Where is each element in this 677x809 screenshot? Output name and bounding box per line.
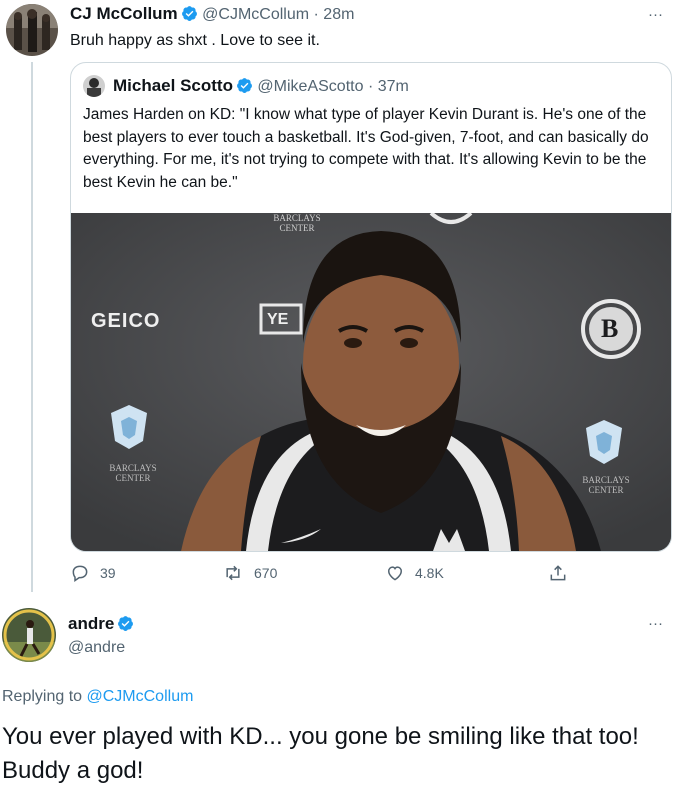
barclays-text-left: BARCLAYS CENTER [109,463,157,483]
share-action[interactable] [548,563,578,583]
separator-dot: · [313,6,319,23]
reply-more-options-icon[interactable]: ··· [648,615,663,632]
replying-to-link[interactable]: @CJMcCollum [87,688,194,705]
like-action[interactable]: 4.8K [385,563,444,583]
avatar-image [2,608,56,662]
like-count: 4.8K [415,565,444,581]
replying-prefix: Replying to [2,688,83,705]
quoted-tweet-media[interactable]: BARCLAYS CENTER GEICO YE B BARCLAYS CENT… [71,213,671,551]
separator-dot: · [367,78,374,95]
reply-count: 39 [100,565,116,581]
reply-tweet-text: You ever played with KD... you gone be s… [2,723,639,784]
reply-author-name[interactable]: andre [68,614,114,633]
more-options-icon[interactable]: ··· [648,6,663,23]
yes-logo-text: YE [267,311,289,328]
top-tweet-text: Bruh happy as shxt . Love to see it. [70,32,320,49]
verified-badge-icon [181,5,198,22]
geico-logo-text: GEICO [91,310,161,332]
avatar-image [6,4,58,56]
nets-logo-text: B [601,314,619,343]
avatar-michael-scotto [83,75,105,97]
verified-badge-icon [236,77,253,94]
barclays-text-right: BARCLAYS CENTER [582,475,630,495]
tweet-time[interactable]: 28m [323,6,354,23]
quoted-tweet-header: Michael Scotto @MikeAScotto · 37m [113,76,409,96]
quoted-author-handle: @MikeAScotto [257,78,364,95]
retweet-count: 670 [254,565,278,581]
quoted-tweet-text: James Harden on KD: "I know what type of… [83,106,649,191]
quoted-tweet-card[interactable]: Michael Scotto @MikeAScotto · 37m James … [70,62,672,552]
reply-icon [72,565,88,582]
retweet-action[interactable]: 670 [222,563,277,583]
thread-line [31,62,33,592]
retweet-icon [226,565,240,581]
avatar-andre[interactable] [2,608,56,662]
reply-action[interactable]: 39 [70,563,116,583]
quoted-tweet-time: 37m [377,78,409,95]
author-handle[interactable]: @CJMcCollum [202,6,309,23]
heart-icon [387,566,403,581]
share-icon [550,565,566,581]
replying-to-line: Replying to @CJMcCollum [2,688,193,706]
reply-author-handle[interactable]: @andre [68,639,125,657]
top-tweet-header: CJ McCollum @CJMcCollum · 28m [70,4,354,24]
avatar-cj-mccollum[interactable] [6,4,58,56]
quoted-author-name: Michael Scotto [113,76,233,95]
author-name[interactable]: CJ McCollum [70,4,178,23]
reply-author-block: andre [68,614,134,634]
press-conference-photo [71,213,671,551]
barclays-text-top: BARCLAYS CENTER [273,213,321,233]
verified-badge-icon [117,615,134,632]
